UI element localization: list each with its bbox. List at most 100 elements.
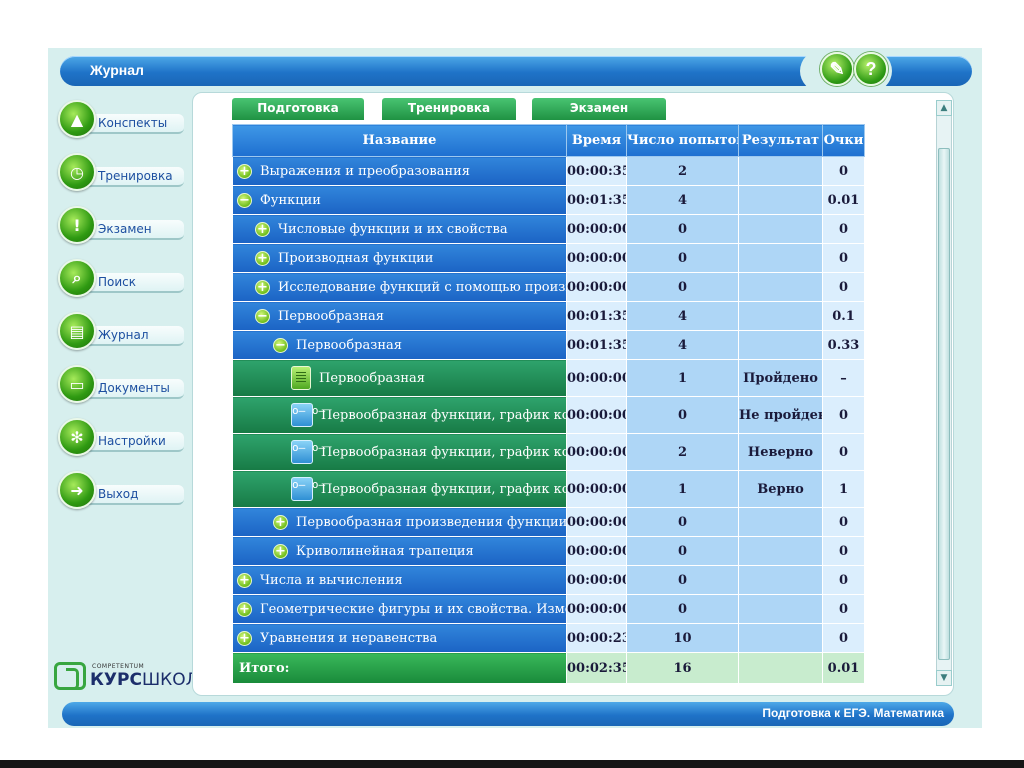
table-row[interactable]: o– o–Первообразная функции, график котор… (232, 396, 865, 434)
time-cell: 00:00:23 (566, 623, 627, 653)
sidebar-item-nastroyki[interactable]: Настройки ✻ (58, 416, 190, 462)
table-row[interactable]: − Первообразная 00:01:35 4 0.1 (232, 301, 865, 331)
scroll-up-button[interactable]: ▲ (936, 100, 952, 116)
table-row[interactable]: + Уравнения и неравенства 00:00:23 10 0 (232, 623, 865, 653)
points-cell: 1 (822, 470, 865, 508)
row-name-text: Первообразная (296, 337, 402, 353)
table-row[interactable]: + Числа и вычисления 00:00:00 0 0 (232, 565, 865, 595)
scroll-down-button[interactable]: ▼ (936, 670, 952, 686)
points-cell: 0 (822, 507, 865, 537)
column-header-result[interactable]: Результат (738, 124, 823, 157)
points-cell: – (822, 359, 865, 397)
result-cell (738, 536, 823, 566)
total-attempts-cell: 16 (626, 652, 739, 684)
time-cell: 00:01:35 (566, 185, 627, 215)
column-header-name[interactable]: Название (232, 124, 567, 157)
sidebar-item-label: Журнал (88, 326, 184, 346)
row-name-wrapper: − Функции (234, 192, 566, 208)
time-cell: 00:01:35 (566, 301, 627, 331)
table-row[interactable]: − Первообразная 00:01:35 4 0.33 (232, 330, 865, 360)
search-icon: ⌕ (58, 259, 96, 297)
column-header-attempts[interactable]: Число попыток (626, 124, 739, 157)
result-cell: Не пройдено (738, 396, 823, 434)
sidebar-item-dokumenty[interactable]: Документы ▭ (58, 363, 190, 409)
sidebar-item-konspekty[interactable]: Конспекты ▲ (58, 98, 190, 144)
graduation-cap-icon: ▲ (58, 100, 96, 138)
points-cell: 0 (822, 594, 865, 624)
table-row[interactable]: + Исследование функций с помощью производ… (232, 272, 865, 302)
scroll-thumb[interactable] (938, 148, 950, 660)
tab-ekzamen[interactable]: Экзамен (532, 98, 666, 120)
attempts-cell: 0 (626, 272, 739, 302)
table-row[interactable]: + Первообразная произведения функции на ч… (232, 507, 865, 537)
collapse-icon[interactable]: − (273, 337, 288, 353)
row-name-cell: + Первообразная произведения функции на ч (232, 507, 567, 537)
expand-icon[interactable]: + (273, 543, 288, 559)
table-row[interactable]: + Выражения и преобразования 00:00:35 2 0 (232, 156, 865, 186)
attempts-cell: 0 (626, 565, 739, 595)
row-name-text: Функции (260, 192, 321, 208)
attempts-cell: 4 (626, 301, 739, 331)
result-cell (738, 623, 823, 653)
tab-trenirovka[interactable]: Тренировка (382, 98, 516, 120)
column-header-points[interactable]: Очки (822, 124, 865, 157)
expand-icon[interactable]: + (255, 250, 270, 266)
collapse-icon[interactable]: − (237, 192, 252, 208)
expand-icon[interactable]: + (255, 221, 270, 237)
sidebar-item-vykhod[interactable]: Выход ➜ (58, 469, 190, 515)
test-checklist-icon: o– o– (291, 477, 325, 501)
row-name-text: Первообразная произведения функции на ч (296, 514, 567, 530)
sidebar-item-zhurnal[interactable]: Журнал ▤ (58, 310, 190, 356)
row-name-wrapper: + Исследование функций с помощью производ… (234, 279, 566, 295)
expand-icon[interactable]: + (255, 279, 270, 295)
attempts-cell: 4 (626, 185, 739, 215)
row-name-cell: + Выражения и преобразования (232, 156, 567, 186)
expand-icon[interactable]: + (237, 163, 252, 179)
sidebar-item-trenirovka[interactable]: Тренировка ◷ (58, 151, 190, 197)
settings-tool-button[interactable]: ✎ (820, 52, 854, 86)
row-name-wrapper: + Геометрические фигуры и их свойства. Из… (234, 601, 566, 617)
expand-icon[interactable]: + (273, 514, 288, 530)
table-row[interactable]: + Числовые функции и их свойства 00:00:00 0… (232, 214, 865, 244)
table-row[interactable]: o– o–Первообразная функции, график котор… (232, 433, 865, 471)
row-name-text: Выражения и преобразования (260, 163, 471, 179)
column-header-time[interactable]: Время (566, 124, 627, 157)
help-button[interactable]: ? (854, 52, 888, 86)
table-row[interactable]: + Криволинейная трапеция 00:00:00 0 0 (232, 536, 865, 566)
logo-text-bold: КУРС (90, 670, 142, 690)
time-cell: 00:00:00 (566, 565, 627, 595)
row-name-wrapper: + Числа и вычисления (234, 572, 566, 588)
sidebar-item-label: Тренировка (88, 167, 184, 187)
attempts-cell: 2 (626, 156, 739, 186)
help-icon: ? (865, 58, 877, 79)
time-cell: 00:00:00 (566, 470, 627, 508)
points-cell: 0 (822, 623, 865, 653)
points-cell: 0 (822, 214, 865, 244)
attempts-cell: 0 (626, 214, 739, 244)
table-row[interactable]: Первообразная 00:00:00 1 Пройдено – (232, 359, 865, 397)
sidebar-item-label: Выход (88, 485, 184, 505)
row-name-wrapper: o– o–Первообразная функции, график котор… (234, 403, 566, 427)
expand-icon[interactable]: + (237, 601, 252, 617)
sidebar-item-poisk[interactable]: Поиск ⌕ (58, 257, 190, 303)
result-cell (738, 330, 823, 360)
expand-icon[interactable]: + (237, 630, 252, 646)
table-row[interactable]: o– o–Первообразная функции, график котор… (232, 470, 865, 508)
collapse-icon[interactable]: − (255, 308, 270, 324)
expand-icon[interactable]: + (237, 572, 252, 588)
tab-podgotovka[interactable]: Подготовка (232, 98, 364, 120)
kursshkola-logo: COMPETENTUM КУРСШКОЛА (54, 662, 210, 694)
attempts-cell: 0 (626, 396, 739, 434)
row-name-cell: + Исследование функций с помощью производ… (232, 272, 567, 302)
sidebar-item-ekzamen[interactable]: Экзамен ! (58, 204, 190, 250)
table-row[interactable]: + Геометрические фигуры и их свойства. Из… (232, 594, 865, 624)
result-cell (738, 565, 823, 595)
sidebar-item-label: Экзамен (88, 220, 184, 240)
points-cell: 0 (822, 156, 865, 186)
test-checklist-icon: o– o– (291, 440, 325, 464)
sidebar-item-label: Поиск (88, 273, 184, 293)
table-body: + Выражения и преобразования 00:00:35 2 0− Фу… (232, 156, 865, 684)
table-row[interactable]: − Функции 00:01:35 4 0.01 (232, 185, 865, 215)
row-name-wrapper: + Выражения и преобразования (234, 163, 566, 179)
table-row[interactable]: + Производная функции 00:00:00 0 0 (232, 243, 865, 273)
